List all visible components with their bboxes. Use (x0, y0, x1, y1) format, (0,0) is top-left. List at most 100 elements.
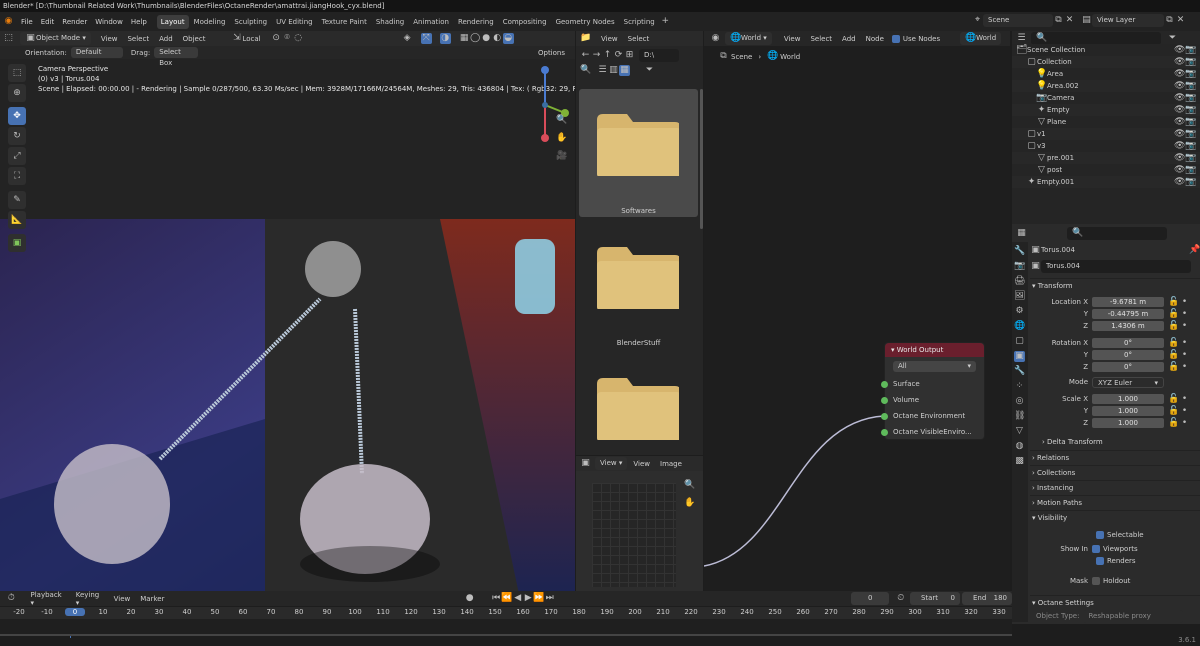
ie-pan-icon[interactable]: ✋ (684, 498, 695, 509)
material-tab-icon[interactable]: ◍ (1014, 441, 1025, 452)
octane-settings-header[interactable]: ▾ Octane Settings (1030, 595, 1200, 610)
rotation-field[interactable]: 0° (1092, 350, 1164, 360)
lock-icon[interactable]: 🔓 (1168, 309, 1179, 320)
render-camera-icon[interactable]: 📷 (1185, 69, 1196, 80)
snap-icon[interactable]: ⌾ (282, 33, 293, 44)
outliner-item[interactable]: 🗂 Scene Collection 👁 📷 (1012, 44, 1200, 56)
world-tab-icon[interactable]: 🌐 (1014, 321, 1025, 332)
path-field[interactable]: D:\ (639, 49, 679, 62)
pin-icon[interactable]: ⌖ (972, 15, 983, 26)
tab-sculpting[interactable]: Sculpting (230, 15, 271, 29)
lock-icon[interactable]: 🔓 (1168, 418, 1179, 429)
fb-search-icon[interactable]: 🔍 (580, 65, 591, 76)
tab-texture-paint[interactable]: Texture Paint (318, 15, 371, 29)
render-camera-icon[interactable]: 📷 (1185, 105, 1196, 116)
menu-file[interactable]: File (21, 18, 33, 26)
tl-menu-keying[interactable]: Keying ▾ (76, 591, 104, 607)
tool-cursor[interactable]: ⊕ (8, 84, 26, 102)
refresh-icon[interactable]: ⟳ (613, 50, 624, 61)
overlay-toggle-icon[interactable]: ◑ (439, 33, 451, 44)
renders-checkbox[interactable] (1096, 557, 1104, 565)
timeline-scrollbar[interactable] (0, 634, 1012, 636)
location-field[interactable]: -9.6781 m (1092, 297, 1164, 307)
ne-menu-node[interactable]: Node (866, 35, 884, 43)
transform-section-header[interactable]: ▾ Transform (1030, 278, 1200, 293)
visibility-eye-icon[interactable]: 👁 (1174, 69, 1185, 80)
tab-modeling[interactable]: Modeling (190, 15, 230, 29)
menu-edit[interactable]: Edit (41, 18, 55, 26)
camera-view-icon[interactable]: 🎥 (556, 151, 567, 162)
outliner-item[interactable]: ▽ pre.001 👁 📷 (1012, 152, 1200, 164)
motion-paths-header[interactable]: › Motion Paths (1030, 495, 1200, 510)
socket-volume[interactable]: Volume (881, 392, 984, 408)
copy-layer-icon[interactable]: ⧉ (1164, 15, 1175, 26)
socket-octane-visible-environment[interactable]: Octane VisibleEnviro... (881, 424, 984, 440)
list-horizontal-icon[interactable]: ▥ (608, 65, 619, 76)
visibility-header[interactable]: ▾ Visibility (1030, 510, 1200, 525)
proportional-edit-icon[interactable]: ◌ (293, 33, 304, 44)
jump-key-back-icon[interactable]: ⏪ (501, 593, 512, 604)
render-camera-icon[interactable]: 📷 (1185, 177, 1196, 188)
tool-transform[interactable]: ⛶ (8, 167, 26, 185)
gizmo-toggle-icon[interactable]: ⤧ (420, 33, 432, 44)
instancing-header[interactable]: › Instancing (1030, 480, 1200, 495)
tool-measure[interactable]: 📐 (8, 211, 26, 229)
render-camera-icon[interactable]: 📷 (1185, 129, 1196, 140)
outliner-item[interactable]: ▢ v1 👁 📷 (1012, 128, 1200, 140)
3d-viewport[interactable]: ⬚ ▣Object Mode ▾ View Select Add Object … (0, 31, 575, 591)
zoom-icon[interactable]: 🔍 (556, 115, 567, 126)
shading-rendered-icon[interactable]: ◒ (502, 33, 514, 44)
play-icon[interactable]: ▶ (523, 593, 533, 604)
tool-rotate[interactable]: ↻ (8, 127, 26, 145)
tab-compositing[interactable]: Compositing (499, 15, 551, 29)
rotation-mode-dropdown[interactable]: XYZ Euler ▾ (1092, 376, 1164, 388)
render-camera-icon[interactable]: 📷 (1185, 57, 1196, 68)
render-camera-icon[interactable]: 📷 (1185, 117, 1196, 128)
breadcrumb-scene[interactable]: Scene (731, 53, 752, 61)
delete-layer-icon[interactable]: ✕ (1175, 15, 1186, 26)
socket-dot[interactable] (881, 396, 888, 404)
keyframe-area[interactable] (0, 619, 1012, 634)
back-icon[interactable]: ← (580, 50, 591, 61)
properties-editor-icon[interactable]: ▦ (1016, 228, 1027, 239)
visibility-eye-icon[interactable]: 👁 (1174, 177, 1185, 188)
lock-icon[interactable]: 🔓 (1168, 394, 1179, 405)
frame-ruler[interactable]: -20 -10 0 10 20 30 40 50 60 70 80 90 100 110 120 130 140… (0, 607, 1012, 638)
outliner-item[interactable]: 💡 Area.002 👁 📷 (1012, 80, 1200, 92)
shading-wire-icon[interactable]: ◯ (470, 33, 481, 44)
view-object-types-icon[interactable]: ◈ (402, 33, 413, 44)
location-field[interactable]: -0.44795 m (1092, 309, 1164, 319)
view-layer-field[interactable]: View Layer (1092, 14, 1164, 27)
world-type-dropdown[interactable]: 🌐World ▾ (725, 32, 772, 45)
outliner-icon[interactable]: ☰ (1016, 33, 1027, 44)
blender-logo-icon[interactable]: ◉ (3, 16, 14, 27)
image-editor-icon[interactable]: ▣ (580, 458, 591, 469)
keyframe-dot-icon[interactable]: • (1179, 297, 1190, 308)
shading-solid-icon[interactable]: ● (481, 33, 492, 44)
visibility-eye-icon[interactable]: 👁 (1174, 57, 1185, 68)
tool-move[interactable]: ✥ (8, 107, 26, 125)
tab-shading[interactable]: Shading (372, 15, 408, 29)
properties-search[interactable]: 🔍 (1067, 226, 1167, 240)
view-layer-icon[interactable]: ▤ (1081, 15, 1092, 26)
menu-help[interactable]: Help (131, 18, 147, 26)
tool-add-cube[interactable]: ▣ (8, 234, 26, 252)
pan-hand-icon[interactable]: ✋ (556, 133, 567, 144)
tab-uv-editing[interactable]: UV Editing (272, 15, 317, 29)
tool-tab-icon[interactable]: 🔧 (1014, 246, 1025, 257)
scale-field[interactable]: 1.000 (1092, 406, 1164, 416)
menu-window[interactable]: Window (95, 18, 123, 26)
render-camera-icon[interactable]: 📷 (1185, 81, 1196, 92)
tl-menu-view[interactable]: View (114, 595, 131, 603)
lock-icon[interactable]: 🔓 (1168, 338, 1179, 349)
socket-dot[interactable] (881, 380, 888, 388)
outliner-item[interactable]: ▽ Plane 👁 📷 (1012, 116, 1200, 128)
constraints-tab-icon[interactable]: ⛓ (1014, 411, 1025, 422)
list-vertical-icon[interactable]: ☰ (597, 65, 608, 76)
collection-tab-icon[interactable]: ▢ (1014, 336, 1025, 347)
parent-dir-icon[interactable]: ↑ (602, 50, 613, 61)
folder-item-softwares[interactable]: Softwares (579, 89, 698, 217)
lock-icon[interactable]: 🔓 (1168, 362, 1179, 373)
fb-menu-select[interactable]: Select (628, 35, 650, 43)
render-camera-icon[interactable]: 📷 (1185, 165, 1196, 176)
